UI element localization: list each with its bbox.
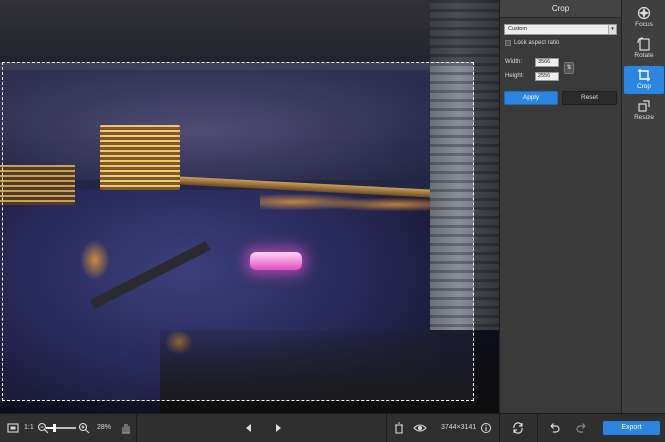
hand-icon[interactable] [119, 421, 133, 435]
tool-rotate-label: Rotate [634, 52, 654, 59]
zoom-slider[interactable] [46, 424, 76, 432]
focus-icon [637, 6, 651, 20]
tool-rotate[interactable]: Rotate [624, 35, 664, 63]
photo-canvas[interactable] [0, 0, 499, 413]
tool-focus[interactable]: Focus [624, 4, 664, 32]
next-image-icon[interactable] [271, 421, 285, 435]
tool-crop-label: Crop [636, 83, 652, 90]
crop-preset-select[interactable]: Custom ▾ [504, 24, 617, 35]
reset-button[interactable]: Reset [562, 91, 617, 105]
compare-icon[interactable] [511, 421, 525, 435]
lock-aspect-ratio-label: Lock aspect ratio [514, 40, 560, 46]
tool-strip: Focus Rotate Crop Resize [621, 0, 665, 413]
tool-crop[interactable]: Crop [624, 66, 664, 94]
trash-icon[interactable] [392, 421, 406, 435]
swap-dimensions-icon[interactable]: ⇅ [564, 62, 574, 74]
tool-resize[interactable]: Resize [624, 97, 664, 125]
height-input[interactable]: 2556 [535, 72, 559, 81]
rotate-icon [637, 37, 650, 51]
divider [136, 414, 137, 442]
width-label: Width: [505, 59, 523, 65]
redo-icon[interactable] [575, 421, 589, 435]
undo-icon[interactable] [547, 421, 561, 435]
height-label: Height: [505, 73, 525, 79]
tool-focus-label: Focus [635, 21, 653, 28]
checkbox-box[interactable] [505, 40, 511, 46]
divider [386, 414, 387, 442]
height-row: Height: 2556 [505, 72, 559, 81]
crop-preset-value: Custom [508, 26, 527, 32]
bottom-toolbar: 1:1 28% 3744×3141 Export [0, 413, 665, 442]
crop-mask-bottom [0, 401, 474, 413]
width-input[interactable]: 3566 [535, 58, 559, 67]
width-row: Width: 3566 [505, 58, 559, 67]
resize-icon [638, 100, 650, 112]
crop-mask-right [474, 0, 499, 413]
eye-icon[interactable] [413, 421, 427, 435]
fit-screen-icon[interactable] [6, 421, 20, 435]
zoom-slider-thumb[interactable] [53, 424, 57, 432]
crop-selection-box[interactable] [2, 62, 474, 401]
zoom-percent: 28% [97, 424, 112, 431]
actual-size-button[interactable]: 1:1 [24, 421, 34, 435]
panel-title: Crop [500, 0, 621, 18]
image-dimensions: 3744×3141 [441, 424, 477, 431]
crop-icon [638, 69, 650, 81]
divider [499, 414, 500, 442]
chevron-down-icon: ▾ [608, 25, 616, 34]
lock-aspect-ratio-checkbox[interactable]: Lock aspect ratio [505, 40, 559, 46]
apply-button[interactable]: Apply [504, 91, 558, 105]
info-icon[interactable] [479, 421, 493, 435]
export-button[interactable]: Export [603, 421, 660, 435]
previous-image-icon[interactable] [242, 421, 256, 435]
crop-mask-top [0, 0, 474, 62]
divider [537, 414, 538, 442]
zoom-in-icon[interactable] [77, 421, 91, 435]
tool-resize-label: Resize [634, 114, 654, 121]
